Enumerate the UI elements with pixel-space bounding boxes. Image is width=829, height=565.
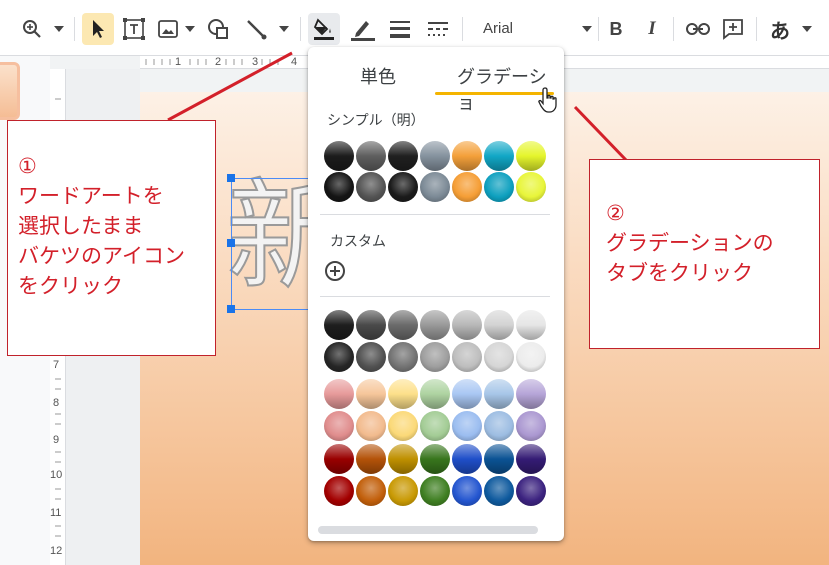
popup-scrollbar[interactable] xyxy=(318,526,538,534)
slides-editor: Arial B I あ 1 2 3 4 7 8 9 10 11 12 新 ① ワ… xyxy=(0,0,829,565)
gradient-swatch[interactable] xyxy=(484,411,514,441)
callout-line: ② xyxy=(606,201,625,225)
callout-step2: ② グラデーションの タブをクリック xyxy=(589,159,820,349)
gradient-swatch[interactable] xyxy=(452,141,482,171)
callout-line: バケツのアイコン xyxy=(18,244,185,268)
gradient-swatch[interactable] xyxy=(516,411,546,441)
callout-line: タブをクリック xyxy=(606,261,753,285)
gradient-swatch[interactable] xyxy=(516,310,546,340)
gradient-swatch[interactable] xyxy=(484,444,514,474)
gradient-swatch[interactable] xyxy=(484,141,514,171)
tab-gradient-indicator xyxy=(435,92,554,95)
gradient-swatch[interactable] xyxy=(484,310,514,340)
gradient-swatch[interactable] xyxy=(452,444,482,474)
section-custom-label: カスタム xyxy=(330,234,386,250)
gradient-swatch[interactable] xyxy=(388,172,418,202)
section-simple-label: シンプル（明） xyxy=(327,113,425,129)
gradient-swatch[interactable] xyxy=(484,379,514,409)
gradient-swatch[interactable] xyxy=(420,172,450,202)
gradient-swatch[interactable] xyxy=(388,476,418,506)
gradient-swatch[interactable] xyxy=(452,172,482,202)
callout-line: ワードアートを xyxy=(18,184,164,208)
gradient-swatch[interactable] xyxy=(388,310,418,340)
callout-line: 選択したまま xyxy=(18,214,144,238)
gradient-swatch[interactable] xyxy=(356,141,386,171)
gradient-swatch[interactable] xyxy=(484,172,514,202)
gradient-swatch[interactable] xyxy=(484,342,514,372)
gradient-swatch[interactable] xyxy=(356,444,386,474)
gradient-swatch[interactable] xyxy=(388,342,418,372)
callout-step1: ① ワードアートを 選択したまま バケツのアイコン をクリック xyxy=(7,120,216,356)
divider xyxy=(320,296,550,297)
gradient-swatch[interactable] xyxy=(356,476,386,506)
callout-line: ① xyxy=(18,154,37,178)
gradient-swatch[interactable] xyxy=(388,379,418,409)
gradient-swatch[interactable] xyxy=(420,342,450,372)
gradient-swatch[interactable] xyxy=(388,411,418,441)
gradient-swatch[interactable] xyxy=(324,379,354,409)
gradient-swatch[interactable] xyxy=(356,411,386,441)
hand-cursor-icon xyxy=(538,87,557,113)
gradient-swatch[interactable] xyxy=(516,379,546,409)
add-custom-icon[interactable] xyxy=(325,261,345,281)
gradient-swatch[interactable] xyxy=(484,476,514,506)
callout-line: グラデーションの xyxy=(606,231,774,255)
divider xyxy=(320,214,550,215)
gradient-swatch[interactable] xyxy=(420,444,450,474)
gradient-swatch[interactable] xyxy=(420,476,450,506)
gradient-swatch[interactable] xyxy=(452,379,482,409)
gradient-swatch[interactable] xyxy=(324,172,354,202)
gradient-swatch[interactable] xyxy=(324,476,354,506)
gradient-swatch[interactable] xyxy=(420,141,450,171)
fill-color-popup: 単色 グラデーショ シンプル（明） カスタム xyxy=(308,47,564,541)
gradient-swatch[interactable] xyxy=(324,141,354,171)
gradient-swatch[interactable] xyxy=(324,411,354,441)
gradient-swatch[interactable] xyxy=(388,141,418,171)
gradient-swatch[interactable] xyxy=(324,310,354,340)
gradient-swatch[interactable] xyxy=(356,342,386,372)
tab-solid[interactable]: 単色 xyxy=(360,63,396,89)
gradient-swatch[interactable] xyxy=(356,172,386,202)
gradient-swatch[interactable] xyxy=(388,444,418,474)
gradient-swatch[interactable] xyxy=(516,141,546,171)
gradient-swatch[interactable] xyxy=(356,310,386,340)
callout-line: をクリック xyxy=(18,274,123,298)
gradient-swatch[interactable] xyxy=(516,476,546,506)
gradient-swatch[interactable] xyxy=(324,342,354,372)
gradient-swatch[interactable] xyxy=(420,411,450,441)
gradient-swatch[interactable] xyxy=(420,379,450,409)
gradient-swatch[interactable] xyxy=(452,476,482,506)
gradient-swatch[interactable] xyxy=(356,379,386,409)
gradient-swatch[interactable] xyxy=(452,310,482,340)
gradient-swatch[interactable] xyxy=(324,444,354,474)
gradient-swatch[interactable] xyxy=(516,444,546,474)
gradient-swatch[interactable] xyxy=(452,342,482,372)
gradient-swatch[interactable] xyxy=(516,342,546,372)
gradient-swatch[interactable] xyxy=(452,411,482,441)
gradient-swatch[interactable] xyxy=(420,310,450,340)
gradient-swatch[interactable] xyxy=(516,172,546,202)
